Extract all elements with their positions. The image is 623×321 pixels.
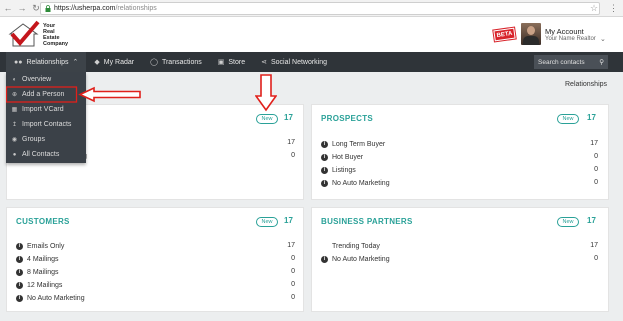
beta-badge: BETA (493, 27, 516, 42)
list-item[interactable]: i No Auto Marketing (321, 254, 390, 264)
nav-transactions[interactable]: ◯ Transactions (142, 52, 210, 72)
row-value: 0 (594, 255, 598, 262)
list-item[interactable]: i No Auto Marketing (16, 293, 85, 303)
dollar-icon: ◯ (150, 59, 158, 66)
row-value: 0 (291, 152, 295, 159)
search-icon[interactable]: ⚲ (599, 58, 604, 66)
card-prospects: PROSPECTS New 17 i Long Term Buyer 17 i Ho… (311, 104, 609, 200)
chevron-up-icon: ⌃ (72, 59, 79, 66)
url-path: /relationships (115, 5, 157, 12)
info-icon: i (16, 255, 23, 263)
info-icon: i (16, 242, 23, 250)
info-icon: i (16, 281, 23, 289)
dropdown-item-add-person[interactable]: ⊕ Add a Person (6, 87, 86, 102)
account-title[interactable]: My Account (545, 27, 584, 36)
row-value: 17 (590, 140, 598, 147)
info-icon: i (321, 153, 328, 161)
list-item[interactable]: i Listings (321, 165, 356, 175)
forward-arrow-icon[interactable]: → (16, 2, 28, 14)
bell-icon: ◆ (94, 59, 100, 66)
search-input[interactable]: Search contacts ⚲ (534, 55, 608, 69)
page-title: Relationships (565, 81, 608, 88)
info-icon: i (16, 268, 23, 276)
dashboard-icon: ◐ (12, 76, 17, 83)
card-title: PROSPECTS (321, 114, 374, 123)
list-item[interactable]: i Long Term Buyer (321, 139, 385, 149)
nav-my-radar[interactable]: ◆ My Radar (86, 52, 142, 72)
users-icon: ●● (14, 58, 23, 66)
dropdown-item-all-contacts[interactable]: ● All Contacts (6, 147, 86, 162)
browser-menu-icon[interactable]: ⋮ (609, 3, 618, 14)
list-item[interactable]: Trending Today (321, 241, 380, 251)
search-placeholder: Search contacts (538, 58, 585, 66)
dropdown-item-import-vcard[interactable]: ▦ Import VCard (6, 102, 86, 117)
info-icon: i (321, 140, 328, 148)
list-item[interactable]: i Hot Buyer (321, 152, 363, 162)
nav-label: Relationships (26, 58, 69, 66)
card-business-partners: BUSINESS PARTNERS New 17 Trending Today … (311, 207, 609, 312)
relationships-dropdown: ◐ Overview ⊕ Add a Person ▦ Import VCard ↥ I… (6, 72, 86, 163)
dropdown-item-overview[interactable]: ◐ Overview (6, 72, 86, 87)
new-button[interactable]: New (557, 114, 579, 124)
nav-label: Store (228, 58, 246, 66)
list-item[interactable]: i No Auto Marketing (321, 178, 390, 188)
users-icon: ● (12, 151, 17, 158)
new-button[interactable]: New (557, 217, 579, 227)
nav-label: Social Networking (271, 58, 328, 66)
dropdown-item-import-contacts[interactable]: ↥ Import Contacts (6, 117, 86, 132)
card-icon: ▦ (11, 107, 18, 113)
row-value: 0 (291, 255, 295, 262)
address-bar[interactable]: https://usherpa.com/relationships (40, 2, 600, 15)
checkmark-logo-icon (8, 20, 40, 47)
list-item[interactable]: i 12 Mailings (16, 280, 62, 290)
nav-label: My Radar (103, 58, 135, 66)
url-host: https://usherpa.com (54, 5, 116, 12)
list-item[interactable]: i Emails Only (16, 241, 64, 251)
new-button[interactable]: New (256, 217, 278, 227)
nav-social-networking[interactable]: ⋖ Social Networking (253, 52, 335, 72)
card-title: CUSTOMERS (16, 217, 70, 226)
new-button[interactable]: New (256, 114, 278, 124)
row-value: 0 (291, 281, 295, 288)
chevron-down-icon[interactable]: ⌄ (600, 35, 606, 43)
back-arrow-icon[interactable]: ← (2, 2, 14, 14)
app-header: Your Real Estate Company BETA My Account… (0, 17, 623, 52)
nav-store[interactable]: ▣ Store (210, 52, 253, 72)
list-item[interactable]: i4 Mailings (16, 254, 59, 264)
row-value: 0 (594, 153, 598, 160)
row-value: 0 (594, 166, 598, 173)
logo-text: Your Real Estate Company (43, 23, 69, 47)
groups-icon: ◉ (11, 137, 18, 143)
avatar[interactable] (521, 23, 541, 45)
row-value: 0 (291, 268, 295, 275)
account-subtitle[interactable]: Your Name Realtor (545, 36, 596, 42)
main-navbar: ●● Relationships ⌃ ◆ My Radar ◯ Transact… (0, 52, 623, 72)
bookmark-star-icon[interactable]: ☆ (590, 3, 598, 14)
nav-relationships[interactable]: ●● Relationships ⌃ (6, 52, 87, 72)
card-title: BUSINESS PARTNERS (321, 217, 413, 226)
info-icon: i (321, 166, 328, 174)
dropdown-item-groups[interactable]: ◉ Groups (6, 132, 86, 147)
info-icon: i (321, 179, 328, 187)
list-item[interactable]: i8 Mailings (16, 267, 59, 277)
share-icon: ⋖ (261, 59, 267, 66)
card-count: 17 (587, 216, 596, 225)
card-count: 17 (284, 113, 293, 122)
card-count: 17 (284, 216, 293, 225)
upload-icon: ↥ (11, 122, 18, 128)
lock-icon (45, 5, 51, 12)
row-value: 17 (287, 242, 295, 249)
info-icon: i (16, 294, 23, 302)
cart-icon: ▣ (217, 59, 225, 66)
card-customers: CUSTOMERS New 17 i Emails Only 17 i4 Mail… (6, 207, 304, 312)
row-value: 0 (291, 294, 295, 301)
nav-label: Transactions (161, 58, 202, 66)
info-icon: i (321, 255, 328, 263)
row-value: 17 (287, 139, 295, 146)
row-value: 0 (594, 179, 598, 186)
card-count: 17 (587, 113, 596, 122)
row-value: 17 (590, 242, 598, 249)
company-logo[interactable]: Your Real Estate Company (7, 20, 69, 48)
plus-circle-icon: ⊕ (11, 92, 18, 98)
